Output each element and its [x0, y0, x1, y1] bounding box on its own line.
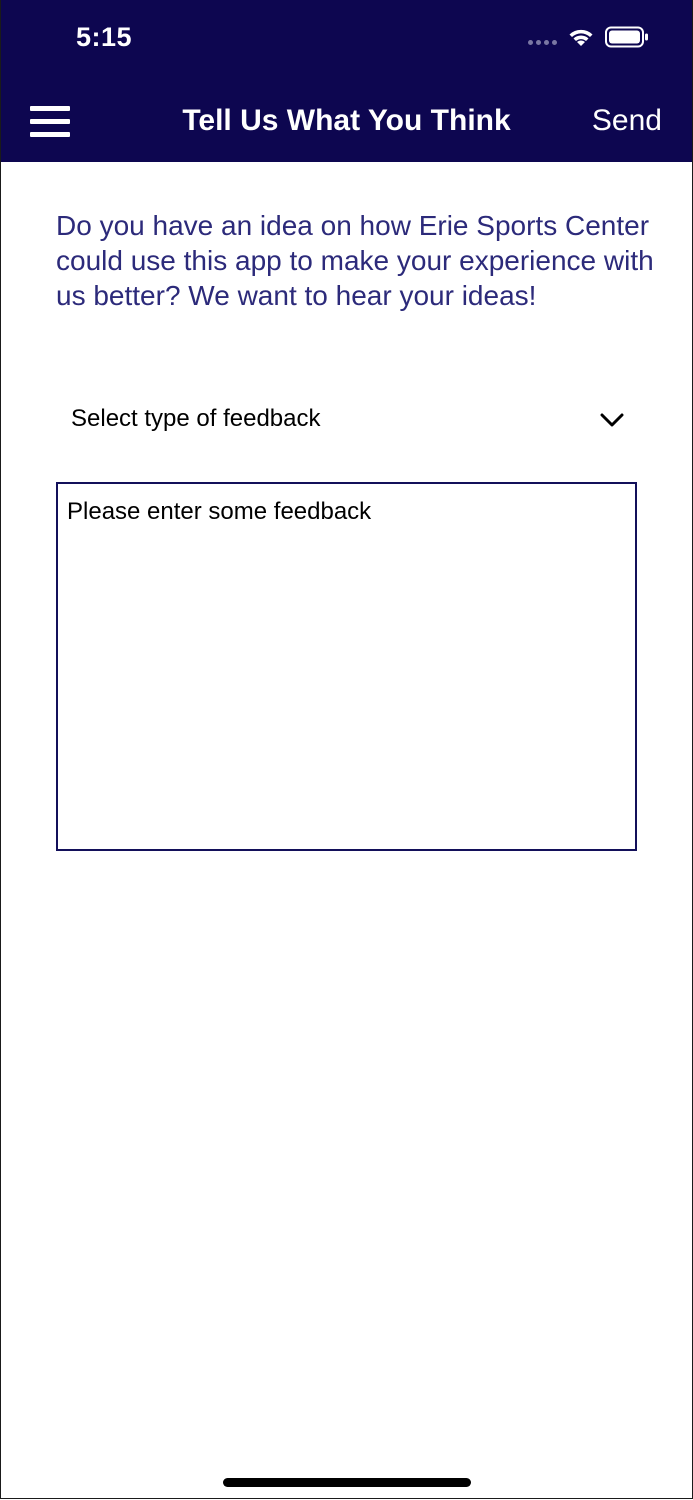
wifi-icon — [569, 29, 593, 46]
status-icons — [528, 26, 649, 48]
feedback-type-label: Select type of feedback — [71, 405, 321, 432]
chevron-down-icon — [600, 413, 624, 427]
battery-icon — [605, 26, 648, 48]
send-button[interactable]: Send — [592, 104, 662, 138]
feedback-type-select[interactable]: Select type of feedback — [56, 396, 637, 444]
home-indicator — [223, 1478, 471, 1487]
feedback-placeholder: Please enter some feedback — [67, 498, 372, 525]
page-title: Tell Us What You Think — [182, 104, 511, 137]
signal-dots-icon — [528, 39, 557, 45]
status-time: 5:15 — [76, 22, 133, 52]
intro-text: Do you have an idea on how Erie Sports C… — [56, 210, 654, 311]
app-header: 5:15 Tell Us What You Think Send — [0, 0, 693, 162]
feedback-input[interactable]: Please enter some feedback — [56, 482, 637, 851]
